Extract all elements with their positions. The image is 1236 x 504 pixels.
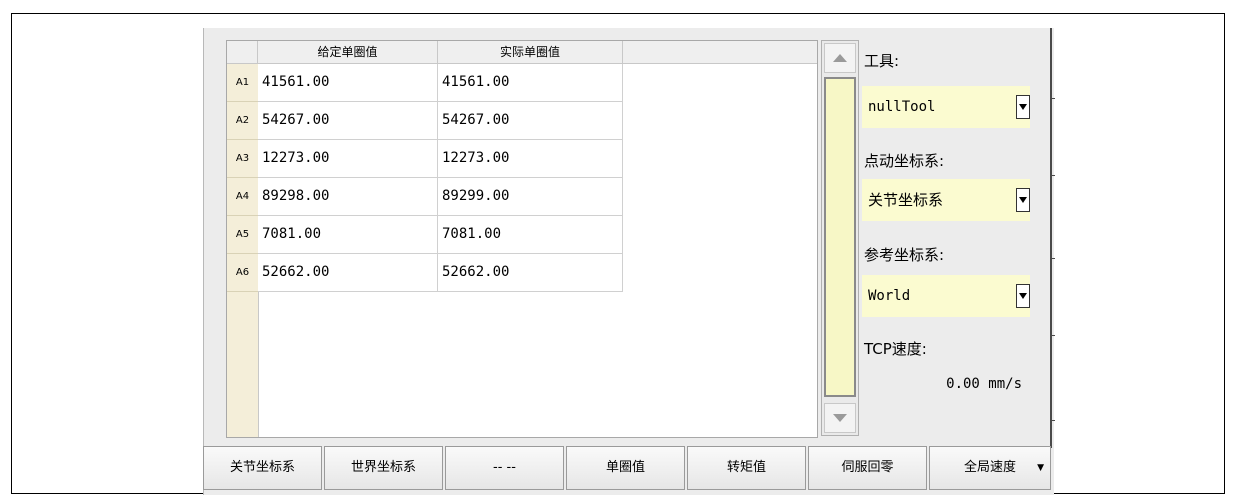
caret-down-icon: ▼ xyxy=(1037,463,1044,473)
column-header-given[interactable]: 给定单圈值 xyxy=(258,41,438,63)
triangle-down-icon xyxy=(833,414,847,422)
dropdown-button[interactable] xyxy=(1016,284,1030,308)
row-header: A2 xyxy=(227,102,258,140)
table-row[interactable]: A2 54267.00 54267.00 xyxy=(227,102,817,140)
column-header-empty xyxy=(623,41,817,63)
actual-value-cell[interactable]: 12273.00 xyxy=(438,140,623,178)
corner-header xyxy=(227,41,258,63)
column-header-actual[interactable]: 实际单圈值 xyxy=(438,41,623,63)
tool-label: 工具: xyxy=(864,52,900,70)
separator-tick xyxy=(1052,420,1055,421)
tool-select-value: nullTool xyxy=(868,99,936,115)
jog-coordinate-value: 关节坐标系 xyxy=(868,191,944,209)
bottom-toolbar: 关节坐标系 世界坐标系 -- -- 单圈值 转矩值 伺服回零 全局速度 ▼ xyxy=(203,446,1051,490)
given-value-cell[interactable]: 12273.00 xyxy=(258,140,438,178)
given-value-cell[interactable]: 52662.00 xyxy=(258,254,438,292)
separator-tick xyxy=(1052,258,1055,259)
servo-home-button[interactable]: 伺服回零 xyxy=(808,446,927,490)
global-speed-label: 全局速度 xyxy=(963,460,1016,475)
table-row[interactable]: A3 12273.00 12273.00 xyxy=(227,140,817,178)
triangle-up-icon xyxy=(833,54,847,62)
separator-tick xyxy=(1052,98,1055,99)
table-row[interactable]: A6 52662.00 52662.00 xyxy=(227,254,817,292)
row-header: A6 xyxy=(227,254,258,292)
actual-value-cell[interactable]: 52662.00 xyxy=(438,254,623,292)
given-value-cell[interactable]: 54267.00 xyxy=(258,102,438,140)
torque-value-button[interactable]: 转矩值 xyxy=(687,446,806,490)
scroll-down-button[interactable] xyxy=(824,403,856,433)
table-row[interactable]: A1 41561.00 41561.00 xyxy=(227,64,817,102)
given-value-cell[interactable]: 89298.00 xyxy=(258,178,438,216)
dropdown-button[interactable] xyxy=(1016,188,1030,212)
table-row[interactable]: A4 89298.00 89299.00 xyxy=(227,178,817,216)
dropdown-button[interactable] xyxy=(1016,95,1030,119)
scroll-thumb[interactable] xyxy=(824,77,856,397)
scroll-up-button[interactable] xyxy=(824,43,856,73)
row-header: A1 xyxy=(227,64,258,102)
reference-coordinate-label: 参考坐标系: xyxy=(864,246,945,264)
separator-tick xyxy=(1052,175,1055,176)
joint-coordinate-button[interactable]: 关节坐标系 xyxy=(203,446,322,490)
row-header: A4 xyxy=(227,178,258,216)
actual-value-cell[interactable]: 41561.00 xyxy=(438,64,623,102)
jog-coordinate-select[interactable]: 关节坐标系 xyxy=(862,179,1030,221)
tool-select[interactable]: nullTool xyxy=(862,86,1030,128)
side-separator xyxy=(1050,28,1052,448)
tcp-speed-label: TCP速度: xyxy=(864,340,927,358)
triangle-down-icon xyxy=(1019,104,1027,110)
given-value-cell[interactable]: 41561.00 xyxy=(258,64,438,102)
placeholder-button[interactable]: -- -- xyxy=(445,446,564,490)
actual-value-cell[interactable]: 89299.00 xyxy=(438,178,623,216)
actual-value-cell[interactable]: 7081.00 xyxy=(438,216,623,254)
single-turn-value-button[interactable]: 单圈值 xyxy=(566,446,685,490)
row-header: A3 xyxy=(227,140,258,178)
global-speed-button[interactable]: 全局速度 ▼ xyxy=(929,446,1051,490)
triangle-down-icon xyxy=(1019,197,1027,203)
world-coordinate-button[interactable]: 世界坐标系 xyxy=(324,446,443,490)
table-row[interactable]: A5 7081.00 7081.00 xyxy=(227,216,817,254)
actual-value-cell[interactable]: 54267.00 xyxy=(438,102,623,140)
reference-coordinate-value: World xyxy=(868,288,911,304)
table-scrollbar[interactable] xyxy=(821,40,859,436)
reference-coordinate-select[interactable]: World xyxy=(862,275,1030,317)
row-header: A5 xyxy=(227,216,258,254)
single-turn-table[interactable]: 给定单圈值 实际单圈值 A1 41561.00 41561.00 A2 5426… xyxy=(226,40,818,438)
separator-tick xyxy=(1052,335,1055,336)
given-value-cell[interactable]: 7081.00 xyxy=(258,216,438,254)
tcp-speed-value: 0.00 mm/s xyxy=(946,376,1022,392)
triangle-down-icon xyxy=(1019,293,1027,299)
jog-coordinate-label: 点动坐标系: xyxy=(864,152,945,170)
table-header: 给定单圈值 实际单圈值 xyxy=(227,41,817,64)
